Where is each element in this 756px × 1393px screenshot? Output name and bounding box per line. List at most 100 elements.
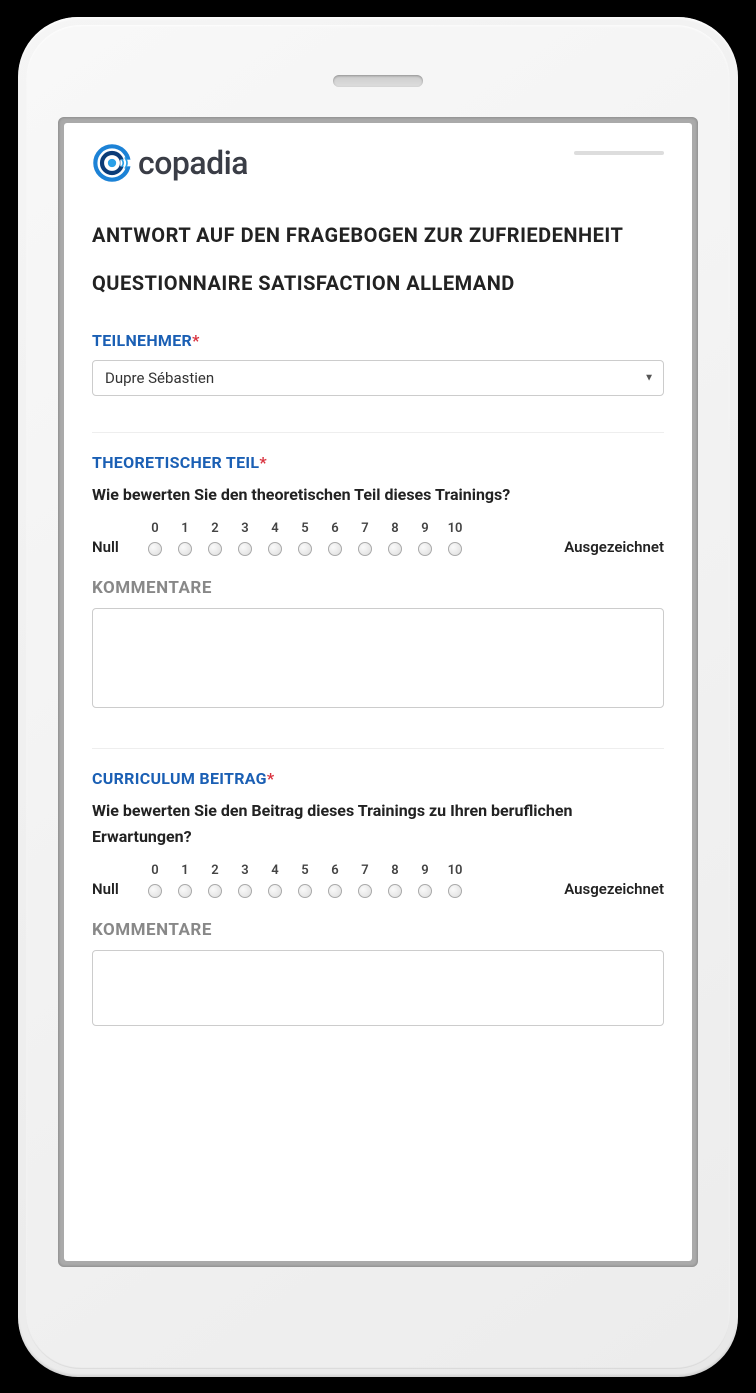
rating-option-9[interactable]: 9 xyxy=(410,863,440,898)
logo-icon xyxy=(92,143,132,183)
rating-option-10[interactable]: 10 xyxy=(440,863,470,898)
radio-icon xyxy=(418,884,432,898)
rating-num: 1 xyxy=(181,863,188,878)
curriculum-rating: Null 0 1 2 3 4 5 6 7 8 9 10 Ausgezeichne… xyxy=(92,863,664,898)
theoretical-label: THEORETISCHER TEIL* xyxy=(92,453,664,472)
participant-select-value: Dupre Sébastien xyxy=(92,360,664,396)
rating-num: 10 xyxy=(448,863,463,878)
rating-option-1[interactable]: 1 xyxy=(170,863,200,898)
page-title: ANTWORT AUF DEN FRAGEBOGEN ZUR ZUFRIEDEN… xyxy=(92,211,664,307)
rating-num: 6 xyxy=(331,521,338,536)
brand-logo[interactable]: copadia xyxy=(92,143,248,183)
radio-icon xyxy=(208,542,222,556)
rating-option-1[interactable]: 1 xyxy=(170,521,200,556)
radio-icon xyxy=(238,884,252,898)
rating-high-label: Ausgezeichnet xyxy=(524,880,664,898)
rating-num: 2 xyxy=(211,521,218,536)
radio-icon xyxy=(148,884,162,898)
curriculum-comment-field[interactable] xyxy=(92,950,664,1026)
curriculum-label: CURRICULUM BEITRAG* xyxy=(92,769,664,788)
rating-option-2[interactable]: 2 xyxy=(200,863,230,898)
speaker-grille xyxy=(333,75,423,87)
rating-num: 0 xyxy=(151,863,158,878)
rating-low-label: Null xyxy=(92,538,140,556)
radio-icon xyxy=(178,884,192,898)
radio-icon xyxy=(178,542,192,556)
theoretical-rating: Null 0 1 2 3 4 5 6 7 8 9 10 Ausgezeichne… xyxy=(92,521,664,556)
theoretical-label-text: THEORETISCHER TEIL xyxy=(92,453,259,472)
screen: copadia ANTWORT AUF DEN FRAGEBOGEN ZUR Z… xyxy=(64,123,692,1261)
rating-option-6[interactable]: 6 xyxy=(320,863,350,898)
theoretical-comment-label: KOMMENTARE xyxy=(92,578,664,598)
radio-icon xyxy=(358,542,372,556)
rating-low-label: Null xyxy=(92,880,140,898)
rating-option-0[interactable]: 0 xyxy=(140,521,170,556)
section-participant: TEILNEHMER* Dupre Sébastien ▼ xyxy=(92,331,664,414)
rating-option-4[interactable]: 4 xyxy=(260,521,290,556)
required-asterisk: * xyxy=(192,331,200,350)
radio-icon xyxy=(328,884,342,898)
required-asterisk: * xyxy=(267,769,275,788)
rating-option-7[interactable]: 7 xyxy=(350,521,380,556)
screen-bezel: copadia ANTWORT AUF DEN FRAGEBOGEN ZUR Z… xyxy=(58,117,698,1267)
section-theoretical: THEORETISCHER TEIL* Wie bewerten Sie den… xyxy=(92,432,664,731)
rating-option-3[interactable]: 3 xyxy=(230,863,260,898)
radio-icon xyxy=(298,542,312,556)
rating-option-10[interactable]: 10 xyxy=(440,521,470,556)
radio-icon xyxy=(148,542,162,556)
rating-option-4[interactable]: 4 xyxy=(260,863,290,898)
curriculum-label-text: CURRICULUM BEITRAG xyxy=(92,769,267,788)
rating-num: 8 xyxy=(391,521,398,536)
rating-num: 1 xyxy=(181,521,188,536)
rating-num: 8 xyxy=(391,863,398,878)
theoretical-comment-field[interactable] xyxy=(92,608,664,708)
theoretical-question: Wie bewerten Sie den theoretischen Teil … xyxy=(92,482,664,508)
curriculum-question: Wie bewerten Sie den Beitrag dieses Trai… xyxy=(92,798,664,849)
phone-frame-inner: copadia ANTWORT AUF DEN FRAGEBOGEN ZUR Z… xyxy=(26,25,730,1369)
rating-num: 10 xyxy=(448,521,463,536)
rating-num: 4 xyxy=(271,863,278,878)
brand-name: copadia xyxy=(138,144,248,182)
rating-option-3[interactable]: 3 xyxy=(230,521,260,556)
radio-icon xyxy=(418,542,432,556)
rating-num: 2 xyxy=(211,863,218,878)
rating-option-2[interactable]: 2 xyxy=(200,521,230,556)
rating-num: 3 xyxy=(241,521,248,536)
rating-num: 4 xyxy=(271,521,278,536)
radio-icon xyxy=(448,884,462,898)
rating-num: 7 xyxy=(361,863,368,878)
section-curriculum: CURRICULUM BEITRAG* Wie bewerten Sie den… xyxy=(92,748,664,1048)
rating-num: 7 xyxy=(361,521,368,536)
rating-option-5[interactable]: 5 xyxy=(290,521,320,556)
radio-icon xyxy=(298,884,312,898)
rating-option-8[interactable]: 8 xyxy=(380,863,410,898)
radio-icon xyxy=(208,884,222,898)
rating-option-7[interactable]: 7 xyxy=(350,863,380,898)
rating-option-5[interactable]: 5 xyxy=(290,863,320,898)
radio-icon xyxy=(448,542,462,556)
rating-num: 6 xyxy=(331,863,338,878)
header: copadia xyxy=(92,143,664,183)
participant-select[interactable]: Dupre Sébastien ▼ xyxy=(92,360,664,396)
rating-option-0[interactable]: 0 xyxy=(140,863,170,898)
participant-label-text: TEILNEHMER xyxy=(92,331,192,350)
rating-num: 0 xyxy=(151,521,158,536)
radio-icon xyxy=(238,542,252,556)
radio-icon xyxy=(358,884,372,898)
rating-option-6[interactable]: 6 xyxy=(320,521,350,556)
radio-icon xyxy=(388,542,402,556)
participant-label: TEILNEHMER* xyxy=(92,331,664,350)
rating-num: 5 xyxy=(301,863,308,878)
radio-icon xyxy=(328,542,342,556)
radio-icon xyxy=(268,542,282,556)
radio-icon xyxy=(388,884,402,898)
rating-num: 3 xyxy=(241,863,248,878)
curriculum-comment-label: KOMMENTARE xyxy=(92,920,664,940)
radio-icon xyxy=(268,884,282,898)
phone-frame-outer: copadia ANTWORT AUF DEN FRAGEBOGEN ZUR Z… xyxy=(18,17,738,1377)
rating-option-8[interactable]: 8 xyxy=(380,521,410,556)
rating-option-9[interactable]: 9 xyxy=(410,521,440,556)
menu-handle[interactable] xyxy=(574,151,664,155)
required-asterisk: * xyxy=(259,453,267,472)
rating-num: 5 xyxy=(301,521,308,536)
